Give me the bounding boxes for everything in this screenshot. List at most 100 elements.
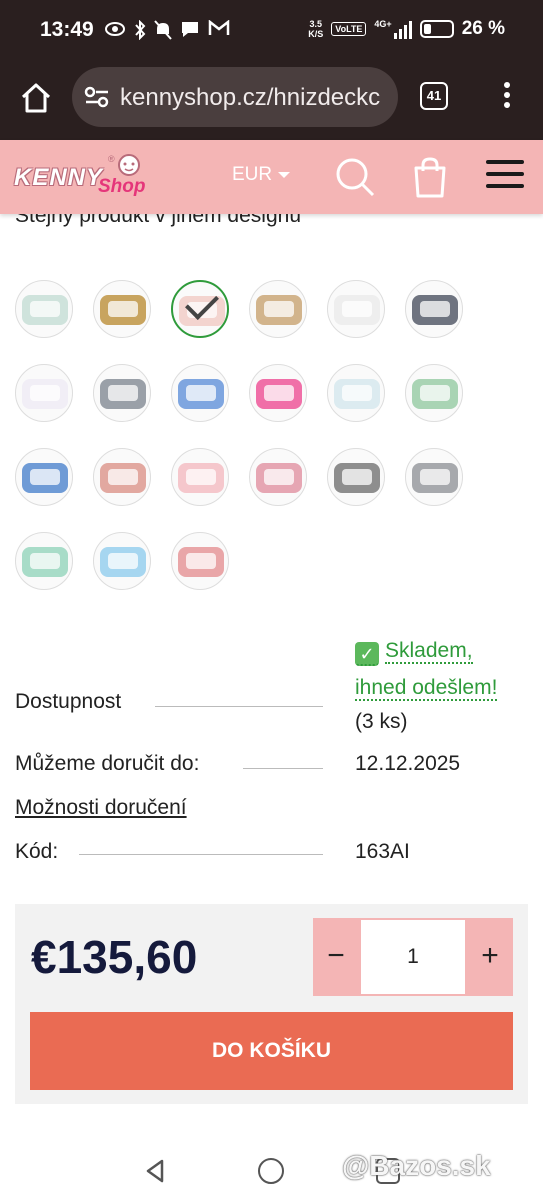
mute-icon bbox=[154, 20, 172, 40]
swatch-image-detail bbox=[108, 301, 138, 317]
swatch-image-detail bbox=[108, 553, 138, 569]
gmail-icon bbox=[208, 20, 230, 35]
design-swatch[interactable] bbox=[93, 532, 151, 590]
code-label: Kód: bbox=[15, 840, 59, 863]
swatch-image-detail bbox=[264, 469, 294, 485]
quantity-decrease-button[interactable]: − bbox=[313, 918, 359, 996]
more-options-icon[interactable] bbox=[497, 82, 517, 112]
logo-kenny-text: KENNY bbox=[14, 164, 104, 191]
design-swatch[interactable] bbox=[15, 364, 73, 422]
swatch-image-detail bbox=[30, 385, 60, 401]
delivery-label: Můžeme doručit do: bbox=[15, 752, 200, 775]
add-to-cart-button[interactable]: DO KOŠÍKU bbox=[30, 1012, 513, 1090]
design-swatch[interactable] bbox=[327, 280, 385, 338]
quantity-input[interactable]: 1 bbox=[361, 920, 465, 994]
cart-icon[interactable] bbox=[412, 156, 448, 198]
baby-face-icon bbox=[118, 154, 140, 176]
swatch-image-detail bbox=[420, 301, 450, 317]
logo-registered: ® bbox=[108, 154, 115, 164]
battery-percentage: 26 % bbox=[461, 18, 505, 39]
design-swatch[interactable] bbox=[15, 280, 73, 338]
currency-label: EUR bbox=[232, 164, 273, 185]
design-swatch[interactable] bbox=[171, 364, 229, 422]
design-swatch[interactable] bbox=[171, 448, 229, 506]
url-text: kennyshop.cz/hnizdeckc bbox=[120, 84, 381, 111]
logo-shop-text: Shop bbox=[98, 176, 146, 197]
swatch-image-detail bbox=[264, 301, 294, 317]
address-bar[interactable]: kennyshop.cz/hnizdeckc bbox=[72, 67, 398, 127]
row-divider bbox=[79, 854, 323, 855]
back-icon[interactable] bbox=[144, 1158, 166, 1184]
design-swatch[interactable] bbox=[171, 532, 229, 590]
row-divider bbox=[243, 768, 323, 769]
design-swatch[interactable] bbox=[327, 364, 385, 422]
design-swatch[interactable] bbox=[93, 364, 151, 422]
design-swatch[interactable] bbox=[249, 364, 307, 422]
stock-status: ✓ Skladem, bbox=[355, 632, 497, 669]
currency-selector[interactable]: EUR bbox=[232, 164, 291, 186]
status-system-icons: 3.5 K/S VoLTE 4G+ 26 % bbox=[308, 18, 505, 40]
buy-box: €135,60 − 1 + DO KOŠÍKU bbox=[15, 904, 528, 1104]
design-swatch[interactable] bbox=[249, 280, 307, 338]
design-swatch[interactable] bbox=[15, 448, 73, 506]
swatch-image-detail bbox=[186, 385, 216, 401]
delivery-options-link[interactable]: Možnosti doručení bbox=[15, 796, 187, 820]
status-bar: 13:49 3.5 K/S VoLTE 4G+ 26 % bbox=[0, 0, 543, 62]
design-swatch[interactable] bbox=[93, 448, 151, 506]
design-swatch[interactable] bbox=[405, 280, 463, 338]
tab-switcher-button[interactable]: 41 bbox=[420, 82, 448, 110]
availability-row: Dostupnost ✓ Skladem, ihned odešlem! (3 k… bbox=[15, 632, 530, 742]
swatch-image-detail bbox=[108, 385, 138, 401]
stock-quantity: (3 ks) bbox=[355, 710, 408, 733]
code-row: Kód: 163AI bbox=[15, 840, 530, 870]
design-swatch[interactable] bbox=[405, 448, 463, 506]
availability-value: ✓ Skladem, ihned odešlem! (3 ks) bbox=[355, 632, 498, 738]
product-code: 163AI bbox=[355, 840, 410, 863]
row-divider bbox=[155, 706, 323, 707]
browser-toolbar: kennyshop.cz/hnizdeckc 41 bbox=[0, 62, 543, 140]
stock-dispatch: ihned odešlem! bbox=[355, 676, 498, 701]
watermark: @Bazos.sk bbox=[342, 1150, 491, 1181]
swatch-image-detail bbox=[30, 301, 60, 317]
swatch-image-detail bbox=[420, 385, 450, 401]
price: €135,60 bbox=[31, 931, 198, 983]
design-swatch[interactable] bbox=[15, 532, 73, 590]
site-settings-icon[interactable] bbox=[84, 85, 110, 109]
swatch-image-detail bbox=[30, 553, 60, 569]
delivery-row: Můžeme doručit do: 12.12.2025 bbox=[15, 752, 530, 782]
design-swatch[interactable] bbox=[93, 280, 151, 338]
swatch-image-detail bbox=[108, 469, 138, 485]
home-nav-icon[interactable] bbox=[258, 1158, 284, 1184]
search-icon[interactable] bbox=[334, 156, 376, 198]
delivery-options-row: Možnosti doručení bbox=[15, 796, 530, 826]
availability-label: Dostupnost bbox=[15, 690, 122, 713]
network-speed: 3.5 K/S bbox=[308, 19, 324, 39]
design-swatch[interactable] bbox=[249, 448, 307, 506]
kenny-shop-logo[interactable]: KENNY ® Shop bbox=[14, 152, 154, 202]
swatch-image-detail bbox=[420, 469, 450, 485]
swatch-image-detail bbox=[30, 469, 60, 485]
swatch-image-detail bbox=[264, 385, 294, 401]
system-navigation-bar: @Bazos.sk bbox=[0, 1130, 543, 1200]
design-swatch[interactable] bbox=[327, 448, 385, 506]
design-swatch[interactable] bbox=[405, 364, 463, 422]
signal-icon: 4G+ bbox=[374, 19, 412, 39]
battery-icon bbox=[419, 20, 454, 38]
quantity-increase-button[interactable]: + bbox=[467, 918, 513, 996]
swatch-image-detail bbox=[342, 469, 372, 485]
chevron-down-icon bbox=[278, 171, 291, 178]
chat-icon bbox=[182, 22, 198, 37]
eye-icon bbox=[105, 22, 125, 36]
status-notification-icons bbox=[104, 20, 230, 40]
site-header: KENNY ® Shop EUR bbox=[0, 140, 543, 214]
delivery-date: 12.12.2025 bbox=[355, 752, 461, 775]
swatch-image-detail bbox=[186, 553, 216, 569]
swatch-image-detail bbox=[342, 385, 372, 401]
quantity-stepper: − 1 + bbox=[313, 918, 513, 996]
hamburger-menu-icon[interactable] bbox=[486, 160, 524, 192]
volte-badge: VoLTE bbox=[331, 22, 367, 36]
status-time: 13:49 bbox=[40, 18, 94, 41]
home-icon[interactable] bbox=[18, 80, 54, 116]
design-swatch[interactable] bbox=[171, 280, 229, 338]
check-mark-icon: ✓ bbox=[355, 642, 379, 666]
